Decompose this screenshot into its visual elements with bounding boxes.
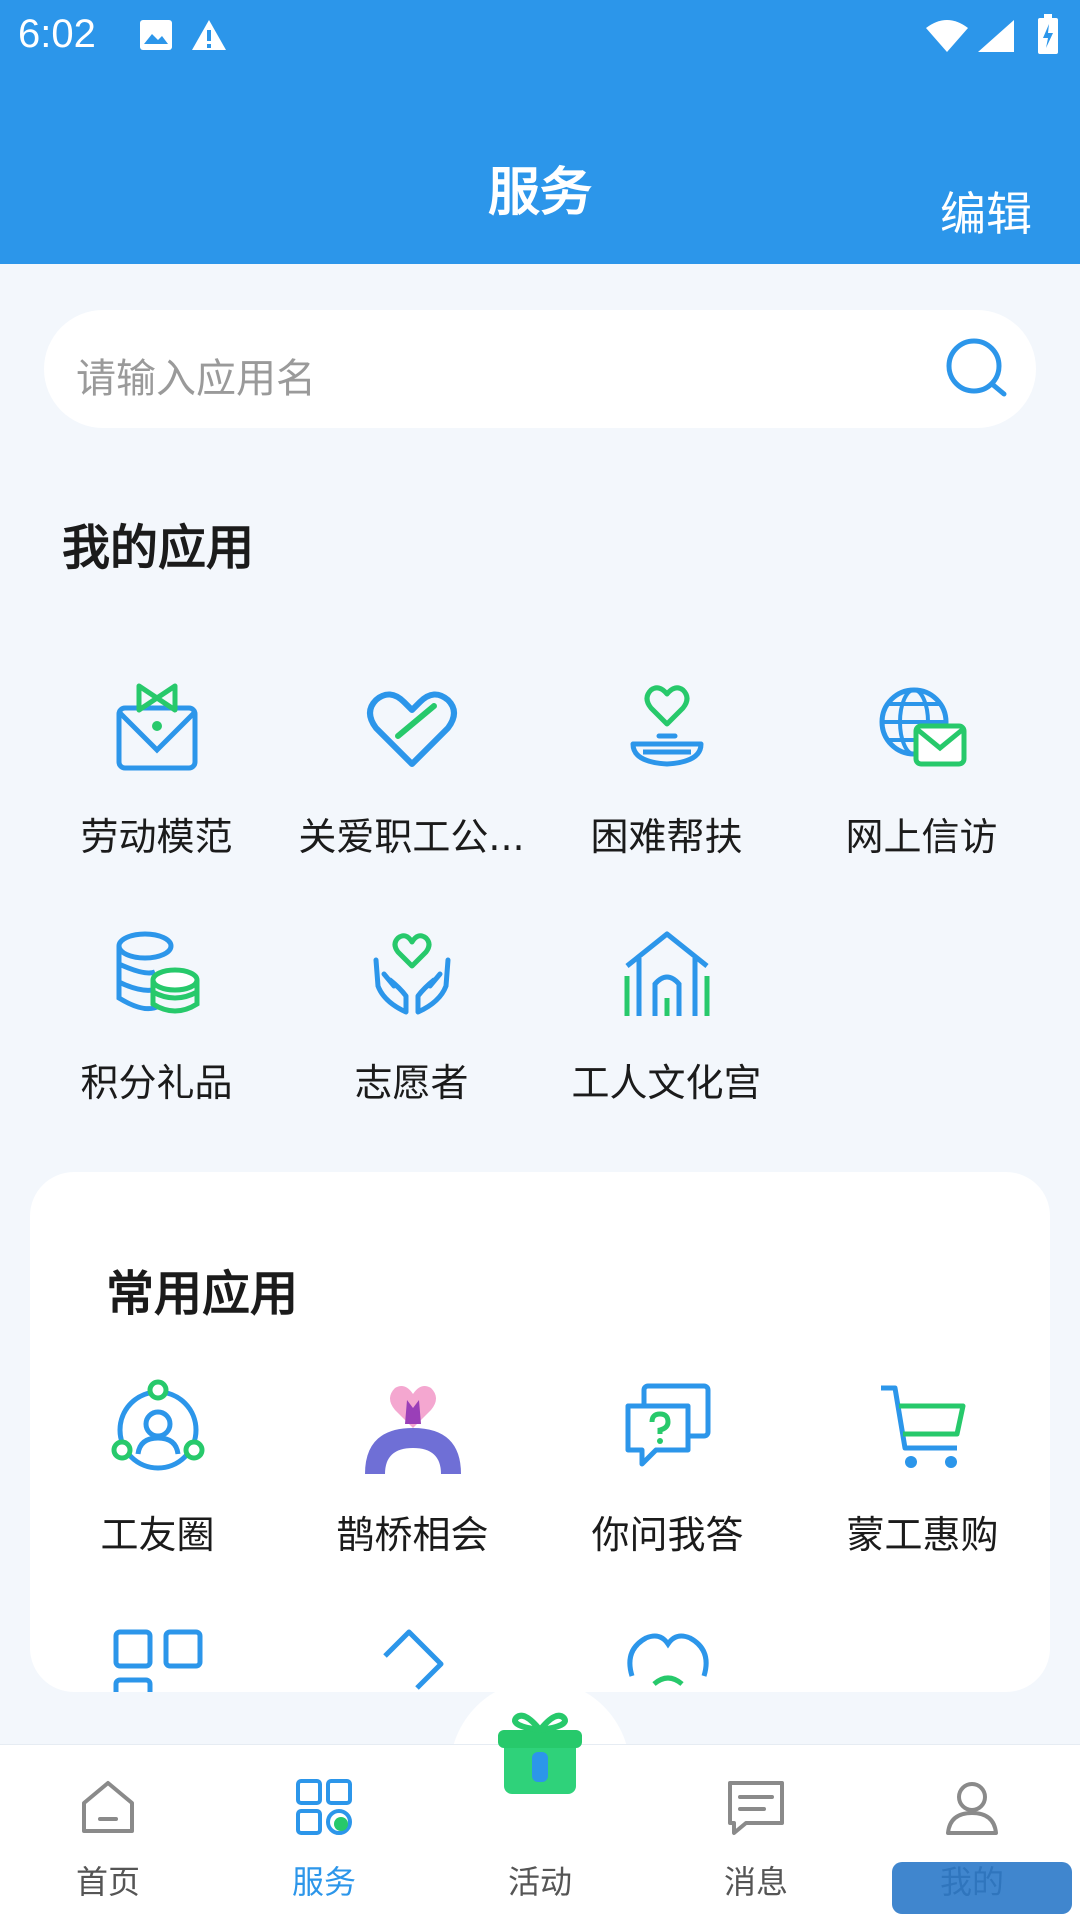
app-label: 劳动模范 [80, 815, 233, 859]
tab-label: 活动 [507, 1863, 572, 1901]
app-meng-shopping[interactable]: 蒙工惠购 [795, 1378, 1050, 1578]
app-qa[interactable]: 你问我答 [540, 1378, 795, 1578]
app-points-gifts[interactable]: 积分礼品 [29, 926, 284, 1126]
home-icon [82, 1781, 134, 1833]
app-magpie-bridge[interactable]: 鹊桥相会 [285, 1378, 540, 1578]
hand-heart-icon [630, 685, 704, 767]
app-label: 志愿者 [354, 1061, 469, 1105]
ticket-app-icon[interactable] [365, 1626, 461, 1692]
tab-messages[interactable]: 消息 [648, 1745, 864, 1920]
people-circle-icon [111, 1379, 205, 1471]
search-icon[interactable] [942, 334, 1012, 404]
coins-icon [116, 931, 200, 1014]
app-care-workers[interactable]: 关爱职工公... [284, 680, 539, 880]
app-header: 6:02 服务 编辑 [0, 0, 1080, 264]
app-label: 你问我答 [591, 1513, 744, 1557]
app-label: 工人文化宫 [571, 1061, 762, 1105]
bridge-couple-icon [365, 1386, 461, 1474]
tab-label: 首页 [75, 1863, 140, 1901]
tab-label: 服务 [291, 1863, 356, 1901]
labor-model-icon [116, 683, 198, 771]
heart-app-icon[interactable] [620, 1626, 716, 1692]
wifi-icon [926, 20, 968, 52]
app-hardship-aid[interactable]: 困难帮扶 [539, 680, 794, 880]
status-bar: 6:02 [0, 0, 1080, 76]
watermark-logo [892, 1862, 1072, 1914]
tab-services[interactable]: 服务 [216, 1745, 432, 1920]
palace-icon [624, 931, 710, 1016]
image-notification-icon [140, 20, 172, 50]
app-label: 困难帮扶 [590, 815, 743, 859]
common-apps-card: 常用应用 工友圈 鹊桥相会 你问我答 蒙工惠购 [30, 1172, 1050, 1692]
app-labor-model[interactable]: 劳动模范 [29, 680, 284, 880]
app-label: 网上信访 [845, 815, 998, 859]
tab-label: 消息 [723, 1863, 788, 1901]
app-label: 关爱职工公... [298, 815, 525, 859]
tab-home[interactable]: 首页 [0, 1745, 216, 1920]
search-bar[interactable]: 请输入应用名 [44, 310, 1036, 428]
status-time: 6:02 [18, 12, 96, 56]
app-label: 工友圈 [100, 1513, 215, 1557]
volunteer-hands-icon [373, 933, 451, 1015]
my-apps-title: 我的应用 [62, 520, 255, 576]
app-label: 积分礼品 [80, 1061, 233, 1105]
care-heart-icon [367, 691, 457, 767]
app-workmate-circle[interactable]: 工友圈 [30, 1378, 285, 1578]
question-chat-icon [625, 1383, 711, 1467]
user-icon [946, 1782, 998, 1835]
warning-icon [192, 20, 226, 50]
shopping-cart-icon [881, 1385, 966, 1468]
globe-mail-icon [879, 687, 967, 767]
search-input[interactable]: 请输入应用名 [76, 346, 316, 404]
app-volunteer[interactable]: 志愿者 [284, 926, 539, 1126]
edit-button[interactable]: 编辑 [940, 178, 1032, 244]
app-workers-palace[interactable]: 工人文化宫 [539, 926, 794, 1126]
app-online-petition[interactable]: 网上信访 [794, 680, 1049, 880]
cell-signal-icon [978, 20, 1014, 52]
grid-app-icon[interactable] [110, 1626, 206, 1692]
gift-icon[interactable] [496, 1708, 584, 1800]
app-label: 鹊桥相会 [336, 1513, 489, 1557]
message-icon [728, 1781, 784, 1835]
app-label: 蒙工惠购 [846, 1513, 999, 1557]
battery-icon [1038, 14, 1058, 54]
page-title: 服务 [487, 163, 592, 223]
common-apps-title: 常用应用 [106, 1266, 299, 1322]
apps-grid-icon [296, 1779, 352, 1835]
